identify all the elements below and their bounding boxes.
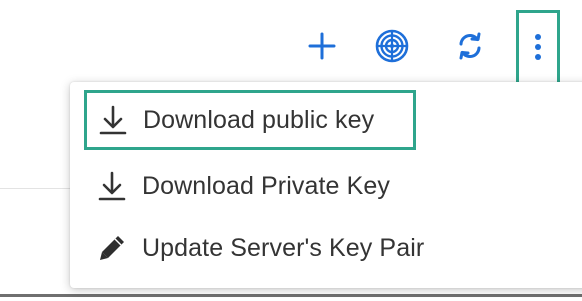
screen: Download public key Download Private Key	[0, 0, 582, 301]
menu-item-label: Download Private Key	[142, 171, 390, 200]
add-button[interactable]	[300, 26, 344, 70]
menu-item-label: Download public key	[143, 105, 375, 134]
menu-item-download-public-key[interactable]: Download public key	[84, 90, 416, 150]
more-vertical-icon	[533, 33, 543, 66]
more-options-button[interactable]	[516, 10, 560, 88]
background-divider	[0, 188, 72, 189]
network-button[interactable]	[370, 26, 414, 70]
background-border	[0, 294, 582, 297]
pencil-icon	[96, 232, 128, 264]
options-menu: Download public key Download Private Key	[70, 82, 582, 288]
plus-icon	[307, 31, 337, 66]
menu-item-download-private-key[interactable]: Download Private Key	[70, 156, 570, 216]
download-icon	[96, 170, 128, 202]
refresh-icon	[456, 32, 484, 65]
globe-icon	[375, 29, 409, 68]
refresh-button[interactable]	[448, 26, 492, 70]
download-icon	[97, 104, 129, 136]
menu-item-label: Update Server's Key Pair	[142, 233, 425, 262]
menu-item-update-key-pair[interactable]: Update Server's Key Pair	[70, 218, 570, 278]
